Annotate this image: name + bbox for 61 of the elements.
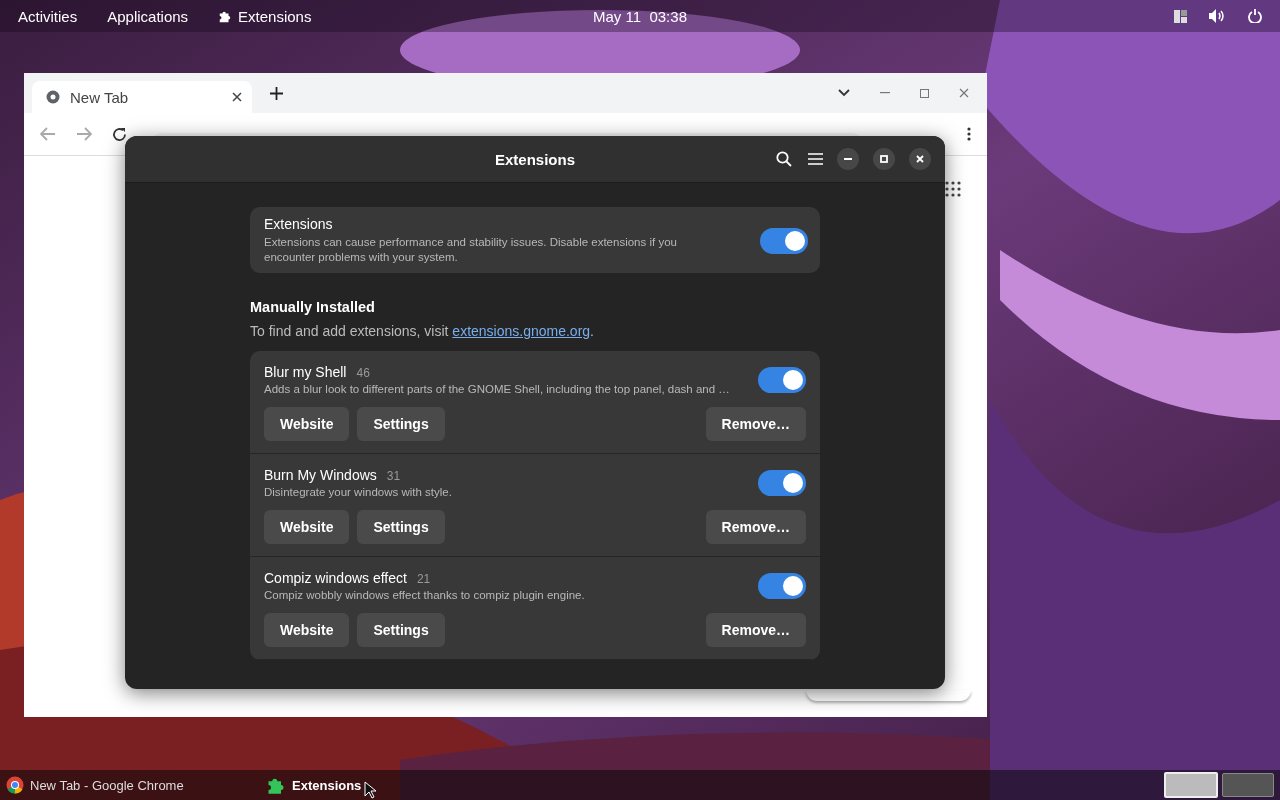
extension-description: Disintegrate your windows with style. <box>264 486 453 498</box>
close-icon <box>916 155 924 163</box>
settings-button[interactable]: Settings <box>357 407 445 441</box>
workspace-thumbnail[interactable] <box>1222 773 1274 797</box>
toggle-switch[interactable] <box>758 572 806 599</box>
maximize-button[interactable] <box>873 148 895 170</box>
window-title: Extensions <box>495 150 575 168</box>
website-button[interactable]: Website <box>264 510 350 544</box>
minimize-icon <box>844 158 852 160</box>
activities-button[interactable]: Activities <box>6 3 90 29</box>
extension-name: Blur my Shell <box>264 364 347 380</box>
app-menu[interactable]: Extensions <box>206 3 324 29</box>
help-text: To find and add extensions, visit extensions.gnome.org. <box>250 323 595 339</box>
apps-grid-icon[interactable] <box>945 181 961 197</box>
toggle-switch[interactable] <box>760 227 808 254</box>
website-link[interactable]: extensions.gnome.org <box>452 323 591 339</box>
puzzle-icon <box>218 9 233 23</box>
version-number: 31 <box>386 469 401 483</box>
menu-icon[interactable] <box>808 153 823 165</box>
search-icon[interactable] <box>776 151 792 167</box>
remove-button[interactable]: Remove… <box>705 407 806 441</box>
new-tab-icon[interactable] <box>270 86 283 100</box>
maximize-icon[interactable] <box>920 88 929 98</box>
clock[interactable]: May 11 03:38 <box>593 7 687 25</box>
toggle-switch[interactable] <box>758 366 806 393</box>
taskbar-item[interactable]: Extensions <box>266 775 526 795</box>
toggle-switch[interactable] <box>758 469 806 496</box>
version-number: 46 <box>356 366 370 380</box>
website-button[interactable]: Website <box>264 407 350 441</box>
applications-menu[interactable]: Applications <box>95 3 201 29</box>
settings-button[interactable]: Settings <box>357 510 445 544</box>
layout-icon[interactable] <box>1174 9 1187 23</box>
extension-description: Compiz wobbly windows effect thanks to compiz plugin engine. <box>264 589 586 601</box>
close-icon[interactable] <box>232 92 242 102</box>
browser-icon <box>6 776 24 794</box>
minimize-button[interactable] <box>837 148 859 170</box>
settings-button[interactable]: Settings <box>357 613 445 647</box>
browser-tab[interactable]: New Tab <box>32 81 252 113</box>
remove-button[interactable]: Remove… <box>705 613 806 647</box>
menu-icon[interactable] <box>967 127 971 141</box>
extension-description: Adds a blur look to different parts of the GNOME Shell, including the top panel, dash and … <box>264 383 731 395</box>
maximize-icon <box>880 155 888 163</box>
close-button[interactable] <box>909 148 931 170</box>
website-button[interactable]: Website <box>264 613 350 647</box>
taskbar-item[interactable]: New Tab - Google Chrome <box>6 776 266 794</box>
volume-icon[interactable] <box>1209 9 1226 23</box>
taskbar-label: New Tab - Google Chrome <box>30 777 184 793</box>
setting-title: Extensions <box>264 216 334 232</box>
extension-name: Compiz windows effect <box>264 570 407 586</box>
minimize-icon[interactable] <box>880 92 890 94</box>
favicon-icon <box>46 90 60 104</box>
cursor-icon <box>364 781 376 799</box>
extension-name: Burn My Windows <box>264 467 377 483</box>
chevron-icon[interactable] <box>838 89 850 97</box>
section-heading: Manually Installed <box>250 299 376 315</box>
remove-button[interactable]: Remove… <box>705 510 806 544</box>
version-number: 21 <box>416 572 431 586</box>
power-icon[interactable] <box>1248 9 1262 23</box>
reload-icon[interactable] <box>112 126 127 142</box>
taskbar-label: Extensions <box>292 777 362 793</box>
setting-description: Extensions can cause performance and stability issues. Disable extensions if you encounter problems with your system. <box>264 235 678 265</box>
